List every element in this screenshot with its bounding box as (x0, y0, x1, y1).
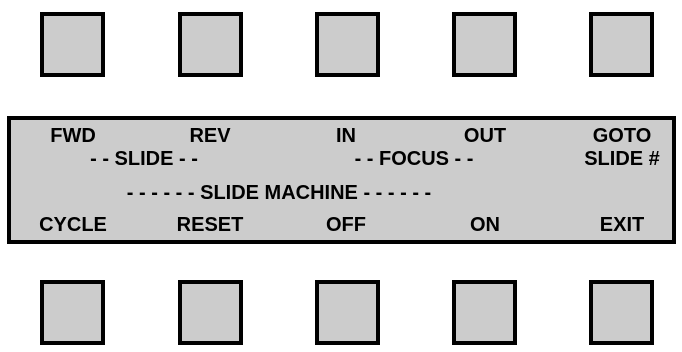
top-key-rev[interactable] (178, 12, 243, 77)
slide-number-label: SLIDE # (584, 148, 660, 170)
slide-machine-label: - - - - - - SLIDE MACHINE - - - - - - (126, 182, 432, 204)
label-reset: RESET (176, 214, 244, 236)
label-fwd: FWD (50, 125, 96, 147)
label-on: ON (470, 214, 500, 236)
label-out: OUT (463, 125, 507, 147)
label-rev: REV (189, 125, 231, 147)
label-cycle: CYCLE (39, 214, 107, 236)
bottom-key-reset[interactable] (178, 280, 243, 345)
top-key-out[interactable] (452, 12, 517, 77)
label-exit: EXIT (599, 214, 645, 236)
label-in: IN (336, 125, 356, 147)
label-goto: GOTO (592, 125, 652, 147)
top-key-fwd[interactable] (40, 12, 105, 77)
top-key-goto[interactable] (589, 12, 654, 77)
bottom-key-off[interactable] (315, 280, 380, 345)
bottom-key-cycle[interactable] (40, 280, 105, 345)
slide-group-label: - - SLIDE - - (90, 148, 198, 170)
bottom-key-exit[interactable] (589, 280, 654, 345)
label-off: OFF (326, 214, 366, 236)
focus-group-label: - - FOCUS - - (354, 148, 474, 170)
bottom-key-on[interactable] (452, 280, 517, 345)
top-key-in[interactable] (315, 12, 380, 77)
